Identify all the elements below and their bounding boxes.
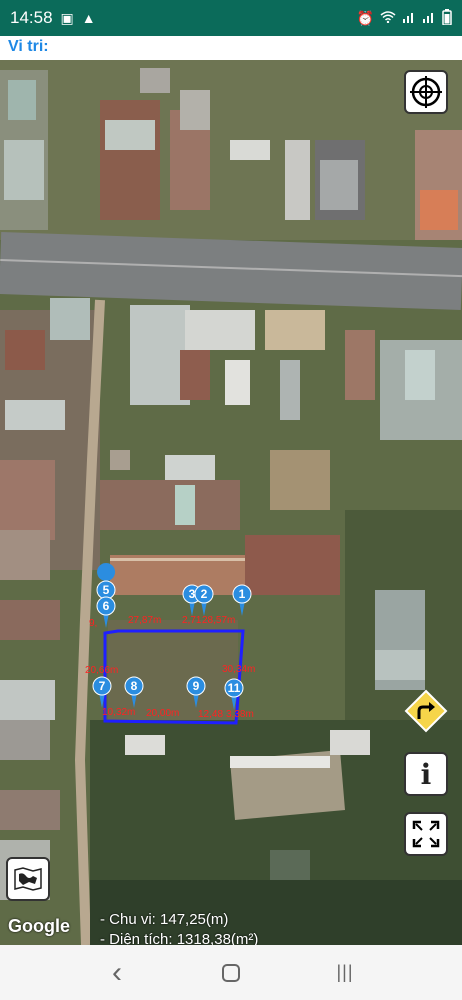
svg-text:2: 2 bbox=[201, 587, 208, 601]
measure-label: 9, bbox=[89, 618, 97, 629]
home-icon bbox=[222, 963, 240, 982]
fullscreen-button[interactable] bbox=[404, 812, 448, 856]
wifi-icon bbox=[380, 11, 396, 25]
alert-icon: ▲ bbox=[81, 10, 96, 26]
location-label: Vi tri: bbox=[0, 36, 462, 60]
crosshair-icon bbox=[410, 76, 442, 108]
status-bar: 14:58 ▣ ▲ ⏰ bbox=[0, 0, 462, 36]
back-icon: ‹ bbox=[112, 955, 122, 989]
map-type-button[interactable] bbox=[6, 857, 50, 901]
info-button[interactable]: i bbox=[404, 752, 448, 796]
home-button[interactable] bbox=[211, 953, 251, 993]
status-time: 14:58 bbox=[10, 8, 53, 27]
parcel-summary: - Chu vi: 147,25(m) - Diện tích: 1318,38… bbox=[100, 910, 258, 945]
recents-button[interactable]: ||| bbox=[325, 953, 365, 993]
svg-text:5: 5 bbox=[103, 583, 110, 597]
turn-right-icon bbox=[404, 689, 448, 733]
alarm-icon: ⏰ bbox=[356, 10, 374, 26]
perimeter-text: - Chu vi: 147,25(m) bbox=[100, 911, 229, 928]
map-view[interactable]: 9, 27,87m 2,71 28,57m 20,66m 30,34m 10,3… bbox=[0, 60, 462, 945]
back-button[interactable]: ‹ bbox=[97, 953, 137, 993]
signal-icon bbox=[402, 11, 416, 25]
battery-icon bbox=[442, 9, 452, 27]
map-layers-icon bbox=[14, 867, 42, 891]
fullscreen-icon bbox=[412, 820, 440, 848]
satellite-imagery: 9, 27,87m 2,71 28,57m 20,66m 30,34m 10,3… bbox=[0, 60, 462, 945]
svg-text:1: 1 bbox=[239, 587, 246, 601]
photo-icon: ▣ bbox=[60, 10, 74, 26]
svg-text:9: 9 bbox=[193, 679, 200, 693]
area-text: - Diện tích: 1318,38(m²) bbox=[100, 931, 259, 945]
measure-label: 2,71 bbox=[182, 615, 202, 626]
measure-label: 20,00m bbox=[146, 708, 179, 719]
svg-text:7: 7 bbox=[99, 679, 106, 693]
signal-icon bbox=[422, 11, 436, 25]
measure-label: 3,38m bbox=[226, 709, 254, 720]
google-attribution: Google bbox=[8, 916, 70, 936]
measure-label: 28,57m bbox=[202, 615, 235, 626]
svg-text:6: 6 bbox=[103, 599, 110, 613]
measure-label: 30,34m bbox=[222, 664, 255, 675]
measure-label: 20,66m bbox=[85, 665, 118, 676]
svg-text:11: 11 bbox=[228, 681, 241, 695]
measure-label: 27,87m bbox=[128, 615, 161, 626]
measure-label: 12,48 bbox=[198, 709, 223, 720]
recents-icon: ||| bbox=[336, 962, 354, 982]
navigation-bar: ‹ ||| bbox=[0, 945, 462, 1000]
my-location-button[interactable] bbox=[404, 70, 448, 114]
measure-label: 10,32m bbox=[102, 707, 135, 718]
svg-text:8: 8 bbox=[131, 679, 138, 693]
directions-button[interactable] bbox=[404, 689, 448, 733]
